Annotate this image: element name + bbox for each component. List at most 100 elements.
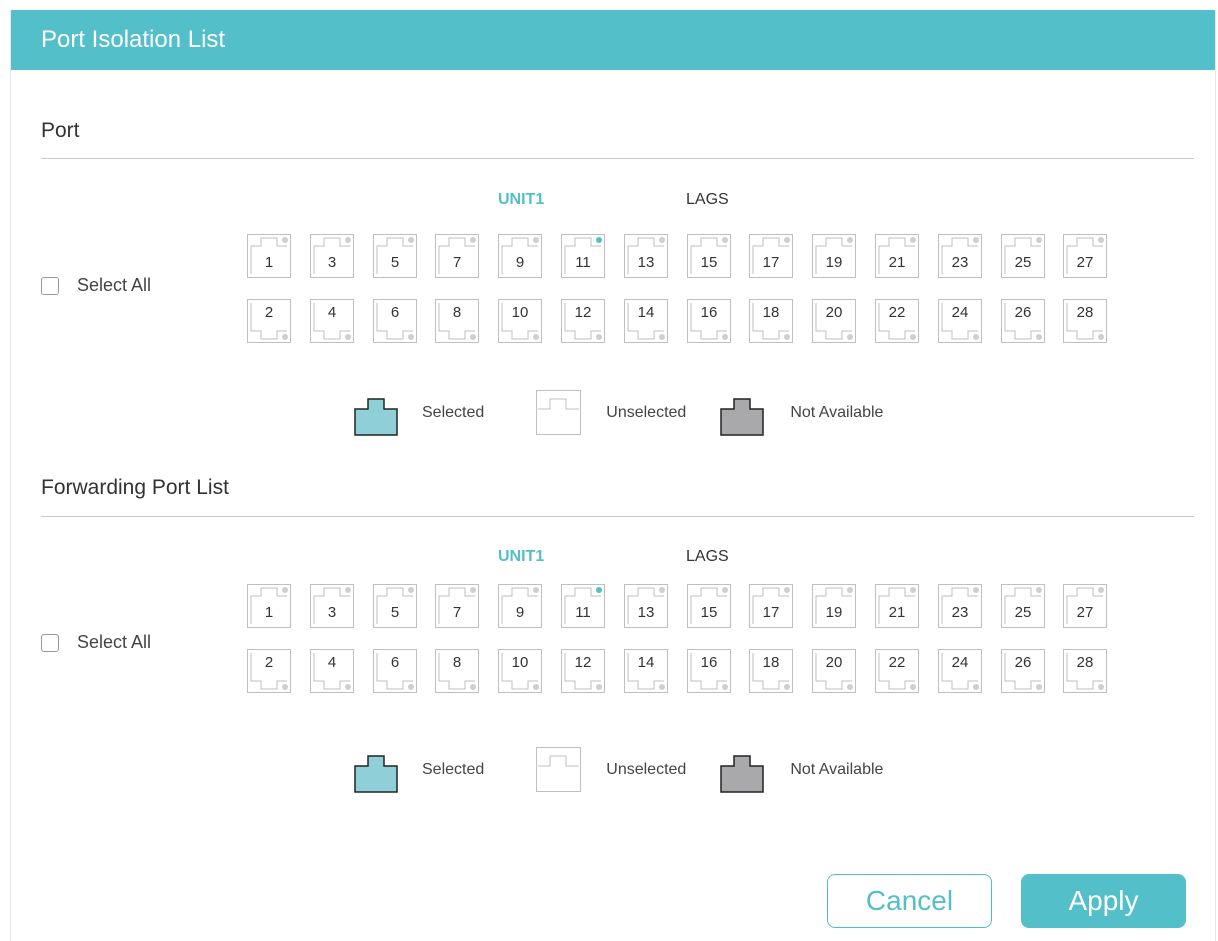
port-13[interactable]: 13 <box>624 584 668 628</box>
port-15[interactable]: 15 <box>687 584 731 628</box>
port-21[interactable]: 21 <box>875 584 919 628</box>
port-19[interactable]: 19 <box>812 584 856 628</box>
port-5[interactable]: 5 <box>373 234 417 278</box>
port-number: 12 <box>574 304 592 321</box>
port-27[interactable]: 27 <box>1063 234 1107 278</box>
port-6[interactable]: 6 <box>373 299 417 343</box>
port-number: 5 <box>390 254 400 271</box>
port-number: 3 <box>327 254 337 271</box>
port-25[interactable]: 25 <box>1001 584 1045 628</box>
port-number: 21 <box>888 604 906 621</box>
port-26[interactable]: 26 <box>1001 299 1045 343</box>
port-number: 19 <box>825 254 843 271</box>
port-12[interactable]: 12 <box>561 299 605 343</box>
port-28[interactable]: 28 <box>1063 299 1107 343</box>
port-number: 6 <box>390 654 400 671</box>
port-19[interactable]: 19 <box>812 234 856 278</box>
port-16[interactable]: 16 <box>687 299 731 343</box>
port-20[interactable]: 20 <box>812 649 856 693</box>
port-number: 1 <box>264 254 274 271</box>
port-1[interactable]: 1 <box>247 584 291 628</box>
port-22[interactable]: 22 <box>875 299 919 343</box>
apply-button[interactable]: Apply <box>1021 874 1186 928</box>
legend-selected-label: Selected <box>422 761 485 778</box>
port-14[interactable]: 14 <box>624 649 668 693</box>
port-3[interactable]: 3 <box>310 234 354 278</box>
port-number: 27 <box>1076 254 1094 271</box>
port-23[interactable]: 23 <box>938 234 982 278</box>
port-5[interactable]: 5 <box>373 584 417 628</box>
port-8[interactable]: 8 <box>435 649 479 693</box>
port-number: 14 <box>637 304 655 321</box>
port-9[interactable]: 9 <box>498 234 542 278</box>
port-10[interactable]: 10 <box>498 299 542 343</box>
port-1[interactable]: 1 <box>247 234 291 278</box>
port-22[interactable]: 22 <box>875 649 919 693</box>
port-4[interactable]: 4 <box>310 299 354 343</box>
port-number: 20 <box>825 654 843 671</box>
lags-tab[interactable]: LAGS <box>686 548 729 566</box>
port-number: 15 <box>700 254 718 271</box>
lags-tab[interactable]: LAGS <box>686 191 729 209</box>
port-24[interactable]: 24 <box>938 649 982 693</box>
port-9[interactable]: 9 <box>498 584 542 628</box>
legend-not-available-label: Not Available <box>790 404 884 421</box>
port-18[interactable]: 18 <box>749 649 793 693</box>
port-23[interactable]: 23 <box>938 584 982 628</box>
legend-not-available-label: Not Available <box>790 761 884 778</box>
legend-not-available: Not Available <box>720 390 883 436</box>
cancel-button[interactable]: Cancel <box>827 874 992 928</box>
port-number: 1 <box>264 604 274 621</box>
select-all-checkbox[interactable] <box>41 633 59 652</box>
port-2[interactable]: 2 <box>247 299 291 343</box>
port-10[interactable]: 10 <box>498 649 542 693</box>
port-24[interactable]: 24 <box>938 299 982 343</box>
port-7[interactable]: 7 <box>435 584 479 628</box>
select-all-option[interactable]: Select All <box>41 275 151 296</box>
port-16[interactable]: 16 <box>687 649 731 693</box>
port-4[interactable]: 4 <box>310 649 354 693</box>
port-14[interactable]: 14 <box>624 299 668 343</box>
dialog-header: Port Isolation List <box>11 10 1215 70</box>
port-number: 16 <box>700 654 718 671</box>
select-all-option[interactable]: Select All <box>41 632 151 653</box>
unit-tab[interactable]: UNIT1 <box>498 191 544 209</box>
port-number: 19 <box>825 604 843 621</box>
port-26[interactable]: 26 <box>1001 649 1045 693</box>
port-number: 7 <box>452 254 462 271</box>
port-2[interactable]: 2 <box>247 649 291 693</box>
port-number: 3 <box>327 604 337 621</box>
port-number: 11 <box>575 604 591 621</box>
legend-selected-label: Selected <box>422 404 485 421</box>
port-6[interactable]: 6 <box>373 649 417 693</box>
port-15[interactable]: 15 <box>687 234 731 278</box>
port-28[interactable]: 28 <box>1063 649 1107 693</box>
section-title: Forwarding Port List <box>41 476 229 499</box>
port-number: 21 <box>888 254 906 271</box>
port-11[interactable]: 11 <box>561 234 605 278</box>
select-all-checkbox[interactable] <box>41 276 59 295</box>
port-20[interactable]: 20 <box>812 299 856 343</box>
section-divider <box>41 158 1194 159</box>
port-21[interactable]: 21 <box>875 234 919 278</box>
port-number: 17 <box>762 254 780 271</box>
port-17[interactable]: 17 <box>749 584 793 628</box>
port-27[interactable]: 27 <box>1063 584 1107 628</box>
port-8[interactable]: 8 <box>435 299 479 343</box>
legend-unselected: Unselected <box>536 390 686 436</box>
legend-unselected-label: Unselected <box>606 761 687 778</box>
port-number: 23 <box>951 254 969 271</box>
port-25[interactable]: 25 <box>1001 234 1045 278</box>
port-3[interactable]: 3 <box>310 584 354 628</box>
port-11[interactable]: 11 <box>561 584 605 628</box>
port-18[interactable]: 18 <box>749 299 793 343</box>
unit-tab[interactable]: UNIT1 <box>498 548 544 566</box>
section-title: Port <box>41 119 80 142</box>
port-number: 24 <box>951 304 969 321</box>
port-12[interactable]: 12 <box>561 649 605 693</box>
port-7[interactable]: 7 <box>435 234 479 278</box>
port-13[interactable]: 13 <box>624 234 668 278</box>
select-all-label: Select All <box>77 632 152 652</box>
port-17[interactable]: 17 <box>749 234 793 278</box>
port-number: 18 <box>762 304 780 321</box>
